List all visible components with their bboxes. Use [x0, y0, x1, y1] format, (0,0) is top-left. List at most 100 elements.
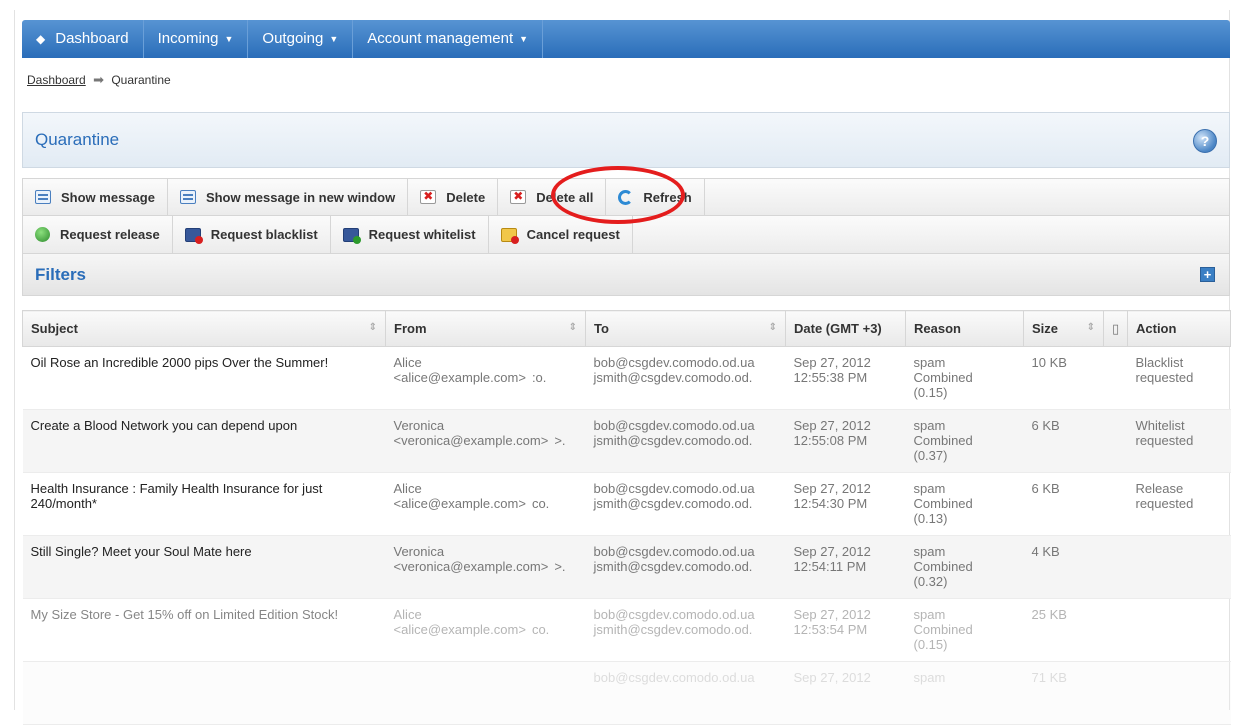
request-blacklist-button[interactable]: Request blacklist — [173, 216, 331, 253]
cell-to-text: jsmith@csgdev.comodo.od. — [593, 433, 753, 448]
table-row[interactable]: Create a Blood Network you can depend up… — [22, 409, 1231, 473]
from-extra-text: co. — [531, 622, 550, 637]
col-size[interactable]: Size ⇕ — [1023, 310, 1104, 347]
cell-action — [1127, 661, 1231, 725]
cell-from: Alice <alice@example.com> co. — [385, 472, 586, 536]
from-email-text: <veronica@example.com> — [393, 559, 549, 574]
cell-date: Sep 27, 2012 — [785, 661, 906, 725]
nav-outgoing[interactable]: Outgoing ▼ — [248, 20, 352, 58]
cell-from-text: Veronica — [393, 544, 445, 559]
cell-date-text: 12:53:54 PM — [793, 622, 868, 637]
col-date-label: Date (GMT +3) — [794, 321, 882, 336]
nav-outgoing-label: Outgoing — [262, 30, 324, 47]
cell-attachment — [1103, 472, 1128, 536]
show-message-button[interactable]: Show message — [23, 179, 168, 215]
cell-date-text: 12:55:08 PM — [793, 433, 868, 448]
cell-attachment — [1103, 346, 1128, 410]
from-email-text: <alice@example.com> — [393, 496, 526, 511]
arrow-right-icon: ➡ — [93, 72, 104, 87]
request-release-button[interactable]: Request release — [23, 216, 173, 253]
cell-reason-text: (0.15) — [913, 385, 948, 400]
breadcrumb: Dashboard ➡ Quarantine — [27, 72, 171, 88]
cell-size-text: 6 KB — [1031, 481, 1060, 496]
breadcrumb-dashboard-link[interactable]: Dashboard — [27, 73, 86, 87]
cell-date: Sep 27, 2012 12:55:08 PM — [785, 409, 906, 473]
cell-size-text: 25 KB — [1031, 607, 1067, 622]
col-subject[interactable]: Subject ⇕ — [22, 310, 386, 347]
show-message-new-window-button[interactable]: Show message in new window — [168, 179, 409, 215]
table-row[interactable]: Oil Rose an Incredible 2000 pips Over th… — [22, 346, 1231, 410]
cell-size: 4 KB — [1023, 535, 1104, 599]
cell-reason-text: Combined — [913, 496, 973, 511]
delete-button[interactable]: Delete — [408, 179, 499, 215]
help-icon[interactable]: ? — [1193, 129, 1217, 153]
refresh-button[interactable]: Refresh — [606, 179, 705, 215]
expand-filters-icon[interactable]: + — [1200, 267, 1215, 282]
cell-action — [1127, 598, 1231, 662]
cell-reason-text: (0.13) — [913, 511, 948, 526]
refresh-label: Refresh — [643, 189, 692, 205]
sort-icon: ⇕ — [568, 322, 577, 333]
cell-subject: Health Insurance : Family Health Insuran… — [22, 472, 386, 536]
table-row[interactable]: bob@csgdev.comodo.od.ua Sep 27, 2012 spam 7… — [22, 661, 1231, 725]
table-row[interactable]: Health Insurance : Family Health Insuran… — [22, 472, 1231, 536]
cell-from-email: <alice@example.com> co. — [394, 622, 578, 637]
cell-reason-text: (0.15) — [913, 637, 948, 652]
col-size-label: Size — [1032, 321, 1059, 336]
quarantine-table: Subject ⇕ From ⇕ To ⇕ Date (GMT +3) Reason … — [22, 310, 1231, 725]
cell-to: bob@csgdev.comodo.od.ua jsmith@csgdev.com… — [585, 598, 786, 662]
quarantine-header: Quarantine ? — [22, 112, 1230, 168]
cell-action: Whitelist requested — [1127, 409, 1231, 473]
cell-date-text: Sep 27, 2012 — [793, 355, 871, 370]
col-action[interactable]: Action — [1127, 310, 1231, 347]
col-to-label: To — [594, 321, 609, 336]
table-row[interactable]: My Size Store - Get 15% off on Limited E… — [22, 598, 1231, 662]
cell-reason-text: spam — [913, 607, 946, 622]
nav-divider — [542, 20, 544, 58]
col-from-label: From — [394, 321, 427, 336]
cancel-request-button[interactable]: Cancel request — [489, 216, 633, 253]
cell-from: Alice <alice@example.com> co. — [385, 598, 586, 662]
cell-action: Release requested — [1127, 472, 1231, 536]
cell-action-text: requested — [1135, 370, 1194, 385]
cell-action-text: Release — [1135, 481, 1184, 496]
cell-from-email: <veronica@example.com> >. — [394, 559, 578, 574]
cell-size-text: 6 KB — [1031, 418, 1060, 433]
cell-size: 25 KB — [1023, 598, 1104, 662]
delete-icon — [420, 189, 437, 204]
cell-to-text: jsmith@csgdev.comodo.od. — [593, 496, 753, 511]
cell-action-text: Blacklist — [1135, 355, 1184, 370]
cell-reason-text: spam — [913, 418, 946, 433]
show-message-label: Show message — [61, 189, 155, 205]
col-from[interactable]: From ⇕ — [385, 310, 586, 347]
col-to[interactable]: To ⇕ — [585, 310, 786, 347]
col-attachment[interactable]: ▯ — [1103, 310, 1128, 347]
from-extra-text: :o. — [531, 370, 547, 385]
delete-all-button[interactable]: Delete all — [498, 179, 607, 215]
cell-size: 71 KB — [1023, 661, 1104, 725]
cell-size-text: 71 KB — [1031, 670, 1067, 685]
delete-all-icon — [510, 189, 527, 204]
cell-date-text: Sep 27, 2012 — [793, 670, 871, 685]
cell-from-text: Alice — [393, 607, 422, 622]
cancel-request-icon — [500, 227, 519, 244]
nav-dashboard[interactable]: ◆ Dashboard — [22, 20, 143, 58]
whitelist-icon — [342, 227, 361, 244]
col-date[interactable]: Date (GMT +3) — [785, 310, 906, 347]
nav-account-management[interactable]: Account management ▼ — [353, 20, 542, 58]
attachment-icon: ▯ — [1112, 320, 1120, 336]
request-whitelist-button[interactable]: Request whitelist — [331, 216, 489, 253]
cell-to: bob@csgdev.comodo.od.ua jsmith@csgdev.com… — [585, 409, 786, 473]
cell-reason: spam — [905, 661, 1024, 725]
cell-attachment — [1103, 598, 1128, 662]
cell-reason: spam Combined (0.15) — [905, 598, 1024, 662]
nav-dashboard-label: Dashboard — [55, 30, 129, 47]
col-reason[interactable]: Reason — [905, 310, 1024, 347]
from-email-text: <alice@example.com> — [393, 370, 526, 385]
cell-size-text: 10 KB — [1031, 355, 1067, 370]
nav-incoming[interactable]: Incoming ▼ — [144, 20, 248, 58]
cell-subject-text: Health Insurance : Family Health Insuran… — [30, 481, 323, 511]
cell-to: bob@csgdev.comodo.od.ua jsmith@csgdev.com… — [585, 472, 786, 536]
table-row[interactable]: Still Single? Meet your Soul Mate here Ve… — [22, 535, 1231, 599]
cell-date-text: 12:55:38 PM — [793, 370, 868, 385]
